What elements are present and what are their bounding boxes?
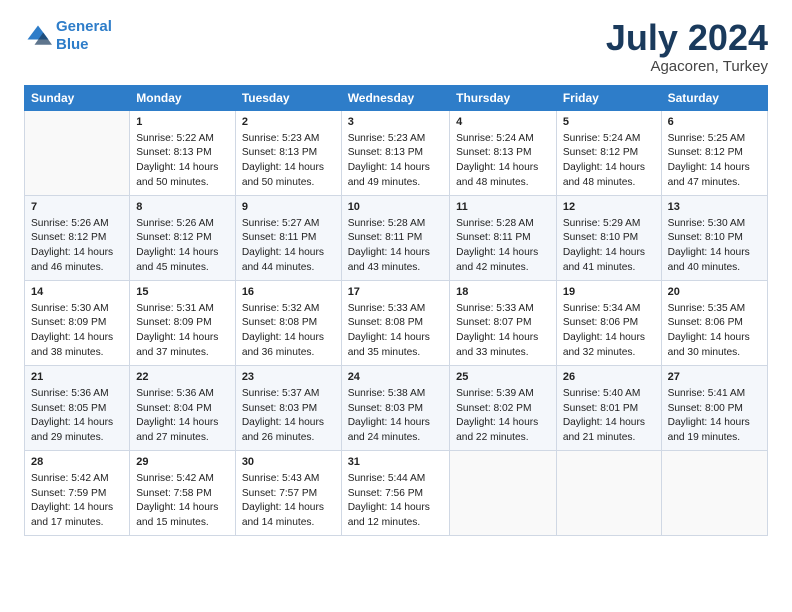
calendar-cell: 8Sunrise: 5:26 AMSunset: 8:12 PMDaylight… [130,195,236,280]
logo-icon [24,22,52,50]
header-day-tuesday: Tuesday [235,85,341,110]
calendar-cell [25,110,130,195]
calendar-cell: 15Sunrise: 5:31 AMSunset: 8:09 PMDayligh… [130,280,236,365]
day-number: 24 [348,370,443,386]
calendar-cell: 1Sunrise: 5:22 AMSunset: 8:13 PMDaylight… [130,110,236,195]
logo-line2: Blue [56,36,89,53]
day-number: 4 [456,115,550,131]
day-number: 15 [136,285,229,301]
day-number: 11 [456,200,550,216]
header-day-sunday: Sunday [25,85,130,110]
subtitle: Agacoren, Turkey [606,58,768,75]
calendar-cell: 9Sunrise: 5:27 AMSunset: 8:11 PMDaylight… [235,195,341,280]
day-number: 17 [348,285,443,301]
logo-line1: General [56,18,112,35]
calendar-cell: 18Sunrise: 5:33 AMSunset: 8:07 PMDayligh… [450,280,557,365]
calendar-cell: 24Sunrise: 5:38 AMSunset: 8:03 PMDayligh… [341,365,449,450]
header-day-wednesday: Wednesday [341,85,449,110]
calendar-cell: 2Sunrise: 5:23 AMSunset: 8:13 PMDaylight… [235,110,341,195]
day-number: 22 [136,370,229,386]
day-number: 27 [668,370,761,386]
calendar-cell: 28Sunrise: 5:42 AMSunset: 7:59 PMDayligh… [25,450,130,535]
day-number: 25 [456,370,550,386]
calendar-cell: 13Sunrise: 5:30 AMSunset: 8:10 PMDayligh… [661,195,767,280]
header-day-monday: Monday [130,85,236,110]
week-row-3: 14Sunrise: 5:30 AMSunset: 8:09 PMDayligh… [25,280,768,365]
calendar-cell [556,450,661,535]
day-number: 18 [456,285,550,301]
calendar-cell: 26Sunrise: 5:40 AMSunset: 8:01 PMDayligh… [556,365,661,450]
week-row-4: 21Sunrise: 5:36 AMSunset: 8:05 PMDayligh… [25,365,768,450]
calendar-cell: 6Sunrise: 5:25 AMSunset: 8:12 PMDaylight… [661,110,767,195]
day-number: 29 [136,455,229,471]
day-number: 10 [348,200,443,216]
day-number: 2 [242,115,335,131]
day-number: 1 [136,115,229,131]
calendar-cell: 5Sunrise: 5:24 AMSunset: 8:12 PMDaylight… [556,110,661,195]
calendar-cell: 7Sunrise: 5:26 AMSunset: 8:12 PMDaylight… [25,195,130,280]
header-day-friday: Friday [556,85,661,110]
calendar-cell [450,450,557,535]
day-number: 6 [668,115,761,131]
main-title: July 2024 [606,18,768,58]
calendar-table: SundayMondayTuesdayWednesdayThursdayFrid… [24,85,768,536]
calendar-cell: 25Sunrise: 5:39 AMSunset: 8:02 PMDayligh… [450,365,557,450]
day-number: 14 [31,285,123,301]
header-day-saturday: Saturday [661,85,767,110]
calendar-cell: 12Sunrise: 5:29 AMSunset: 8:10 PMDayligh… [556,195,661,280]
day-number: 16 [242,285,335,301]
calendar-cell: 20Sunrise: 5:35 AMSunset: 8:06 PMDayligh… [661,280,767,365]
week-row-2: 7Sunrise: 5:26 AMSunset: 8:12 PMDaylight… [25,195,768,280]
page: General Blue July 2024 Agacoren, Turkey … [0,0,792,612]
calendar-cell: 4Sunrise: 5:24 AMSunset: 8:13 PMDaylight… [450,110,557,195]
day-number: 20 [668,285,761,301]
day-number: 31 [348,455,443,471]
calendar-cell: 14Sunrise: 5:30 AMSunset: 8:09 PMDayligh… [25,280,130,365]
day-number: 13 [668,200,761,216]
day-number: 8 [136,200,229,216]
calendar-cell: 29Sunrise: 5:42 AMSunset: 7:58 PMDayligh… [130,450,236,535]
day-number: 19 [563,285,655,301]
logo: General Blue [24,18,112,54]
day-number: 26 [563,370,655,386]
header-day-thursday: Thursday [450,85,557,110]
calendar-cell: 30Sunrise: 5:43 AMSunset: 7:57 PMDayligh… [235,450,341,535]
calendar-cell: 17Sunrise: 5:33 AMSunset: 8:08 PMDayligh… [341,280,449,365]
week-row-5: 28Sunrise: 5:42 AMSunset: 7:59 PMDayligh… [25,450,768,535]
calendar-cell: 16Sunrise: 5:32 AMSunset: 8:08 PMDayligh… [235,280,341,365]
day-number: 23 [242,370,335,386]
day-number: 21 [31,370,123,386]
day-number: 12 [563,200,655,216]
title-block: July 2024 Agacoren, Turkey [606,18,768,75]
day-number: 9 [242,200,335,216]
calendar-cell: 22Sunrise: 5:36 AMSunset: 8:04 PMDayligh… [130,365,236,450]
calendar-cell: 10Sunrise: 5:28 AMSunset: 8:11 PMDayligh… [341,195,449,280]
logo-text: General Blue [56,18,112,54]
day-number: 30 [242,455,335,471]
calendar-cell [661,450,767,535]
day-number: 28 [31,455,123,471]
week-row-1: 1Sunrise: 5:22 AMSunset: 8:13 PMDaylight… [25,110,768,195]
day-number: 5 [563,115,655,131]
header-row: SundayMondayTuesdayWednesdayThursdayFrid… [25,85,768,110]
calendar-cell: 31Sunrise: 5:44 AMSunset: 7:56 PMDayligh… [341,450,449,535]
day-number: 7 [31,200,123,216]
calendar-cell: 23Sunrise: 5:37 AMSunset: 8:03 PMDayligh… [235,365,341,450]
calendar-cell: 19Sunrise: 5:34 AMSunset: 8:06 PMDayligh… [556,280,661,365]
day-number: 3 [348,115,443,131]
calendar-cell: 3Sunrise: 5:23 AMSunset: 8:13 PMDaylight… [341,110,449,195]
header: General Blue July 2024 Agacoren, Turkey [24,18,768,75]
calendar-cell: 21Sunrise: 5:36 AMSunset: 8:05 PMDayligh… [25,365,130,450]
calendar-cell: 11Sunrise: 5:28 AMSunset: 8:11 PMDayligh… [450,195,557,280]
calendar-cell: 27Sunrise: 5:41 AMSunset: 8:00 PMDayligh… [661,365,767,450]
